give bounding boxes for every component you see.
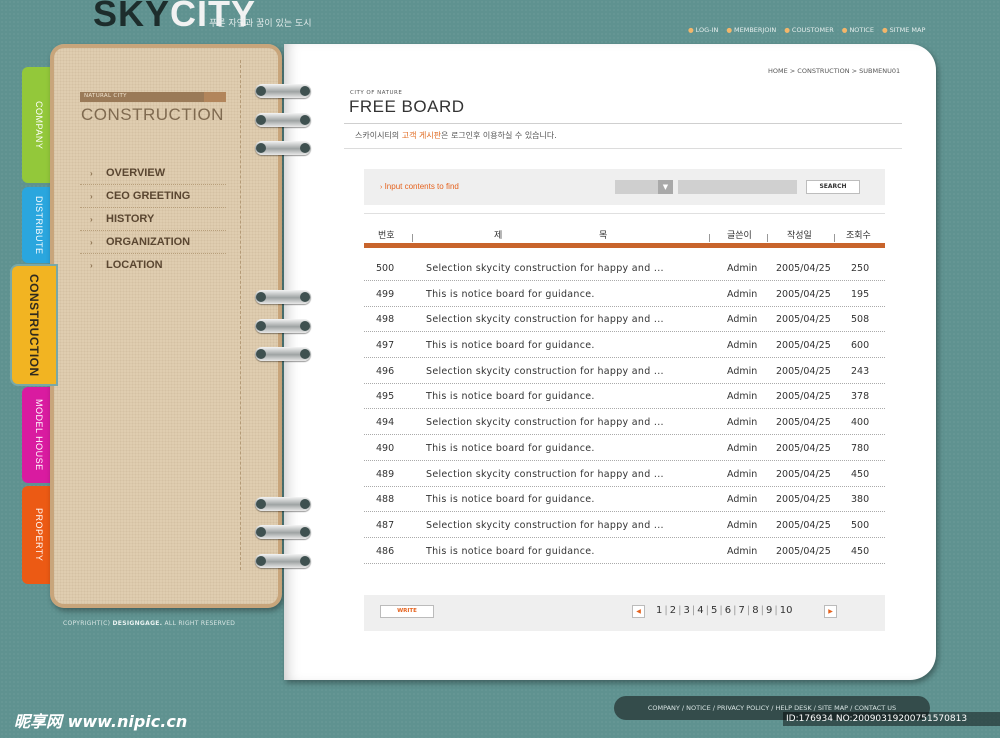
divider — [344, 123, 902, 124]
page-numbers: 1 | 2 | 3 | 4 | 5 | 6 | 7 | 8 | 9 | 10 — [656, 605, 793, 616]
binder-ring-icon — [255, 290, 311, 304]
table-row[interactable]: 490 This is notice board for guidance. Adm… — [364, 435, 885, 461]
page-link-10[interactable]: 10 — [780, 605, 793, 616]
divider — [344, 148, 902, 149]
binder-ring-icon — [255, 347, 311, 361]
divider — [364, 213, 885, 214]
notebook-cover — [50, 44, 282, 608]
post-title-link[interactable]: This is notice board for guidance. — [426, 546, 595, 557]
top-nav-customer[interactable]: ● COUSTOMER — [784, 26, 834, 34]
table-row[interactable]: 500 Selection skycity construction for ha… — [364, 255, 885, 281]
sidebar-item-location[interactable]: › LOCATION — [80, 254, 226, 276]
page-link-5[interactable]: 5 — [711, 605, 717, 616]
chevron-right-icon: › — [90, 237, 93, 247]
search-button[interactable]: SEARCH — [806, 180, 860, 194]
page-link-6[interactable]: 6 — [725, 605, 731, 616]
binder-ring-icon — [255, 497, 311, 511]
post-title-link[interactable]: Selection skycity construction for happy… — [426, 263, 664, 274]
search-input[interactable] — [678, 180, 797, 194]
top-nav-notice[interactable]: ● NOTICE — [842, 26, 874, 34]
table-row[interactable]: 487 Selection skycity construction for ha… — [364, 512, 885, 538]
header-subject-b: 목 — [599, 231, 608, 241]
cover-stitch-line — [240, 60, 241, 570]
search-field-select[interactable]: ▼ — [615, 180, 673, 194]
next-page-icon[interactable]: ▶ — [824, 605, 837, 618]
post-title-link[interactable]: Selection skycity construction for happy… — [426, 469, 664, 480]
sidebar-item-ceo-greeting[interactable]: › CEO GREETING — [80, 185, 226, 208]
post-title-link[interactable]: Selection skycity construction for happy… — [426, 366, 664, 377]
chevron-right-icon: › — [90, 168, 93, 178]
section-small-label: NATURAL CITY — [84, 93, 127, 99]
header-num: 번호 — [378, 231, 395, 241]
board-description: 스카이시티의 고객 게시판은 로그인후 이용하실 수 있습니다. — [355, 131, 557, 140]
binder-ring-icon — [255, 141, 311, 155]
table-row[interactable]: 486 This is notice board for guidance. Adm… — [364, 538, 885, 564]
top-nav-memberjoin[interactable]: ● MEMBERJOIN — [726, 26, 776, 34]
sidebar-item-organization[interactable]: › ORGANIZATION — [80, 231, 226, 254]
chevron-right-icon: › — [90, 214, 93, 224]
table-header: 번호 제 목 글쓴이 작성일 조회수 — [364, 222, 885, 242]
header-subject-a: 제 — [494, 231, 503, 241]
pager-panel — [364, 595, 885, 631]
page-link-8[interactable]: 8 — [752, 605, 758, 616]
table-row[interactable]: 499 This is notice board for guidance. Adm… — [364, 281, 885, 307]
chevron-down-icon: ▼ — [658, 180, 673, 194]
top-nav: ● LOG-IN ● MEMBERJOIN ● COUSTOMER ● NOTICE ●… — [688, 26, 925, 34]
watermark-id: ID:176934 NO:20090319200751570813 — [783, 712, 1000, 726]
chevron-right-icon: › — [90, 191, 93, 201]
table-row[interactable]: 498 Selection skycity construction for ha… — [364, 306, 885, 332]
header-separator — [412, 234, 413, 242]
page-link-1[interactable]: 1 — [656, 605, 662, 616]
table-row[interactable]: 494 Selection skycity construction for ha… — [364, 409, 885, 435]
binder-ring-icon — [255, 319, 311, 333]
post-title-link[interactable]: This is notice board for guidance. — [426, 494, 595, 505]
search-hint: › Input contents to find — [380, 182, 459, 191]
post-title-link[interactable]: This is notice board for guidance. — [426, 443, 595, 454]
header-views: 조회수 — [846, 231, 871, 241]
header-separator — [709, 234, 710, 242]
post-title-link[interactable]: This is notice board for guidance. — [426, 340, 595, 351]
section-title: CONSTRUCTION — [81, 105, 224, 124]
copyright: COPYRIGHT(C) DESIGNGAGE. ALL RIGHT RESER… — [63, 620, 236, 627]
chevron-right-icon: › — [90, 260, 93, 270]
table-row[interactable]: 496 Selection skycity construction for ha… — [364, 358, 885, 384]
post-title-link[interactable]: Selection skycity construction for happy… — [426, 520, 664, 531]
header-writer: 글쓴이 — [727, 231, 752, 241]
binder-ring-icon — [255, 84, 311, 98]
binder-ring-icon — [255, 554, 311, 568]
table-row[interactable]: 489 Selection skycity construction for ha… — [364, 461, 885, 487]
write-button[interactable]: WRITE — [380, 605, 434, 618]
table-row[interactable]: 495 This is notice board for guidance. Adm… — [364, 383, 885, 409]
post-title-link[interactable]: This is notice board for guidance. — [426, 289, 595, 300]
table-row[interactable]: 497 This is notice board for guidance. Adm… — [364, 332, 885, 358]
page-link-3[interactable]: 3 — [684, 605, 690, 616]
page-title: FREE BOARD — [349, 97, 465, 116]
site-tagline: 푸른 자연과 꿈이 있는 도시 — [209, 19, 312, 29]
watermark-site: 昵享网 www.nipic.cn — [14, 712, 188, 731]
sidebar-item-overview[interactable]: › OVERVIEW — [80, 162, 226, 185]
sidebar-menu: › OVERVIEW › CEO GREETING › HISTORY › ORGANI… — [80, 162, 226, 276]
binder-ring-icon — [255, 113, 311, 127]
table-row[interactable]: 488 This is notice board for guidance. Adm… — [364, 486, 885, 512]
header-date: 작성일 — [787, 231, 812, 241]
post-title-link[interactable]: Selection skycity construction for happy… — [426, 314, 664, 325]
breadcrumb: HOME > CONSTRUCTION > SUBMENU01 — [768, 67, 901, 75]
page-link-4[interactable]: 4 — [697, 605, 703, 616]
top-nav-sitemap[interactable]: ● SITME MAP — [882, 26, 925, 34]
tab-construction[interactable]: CONSTRUCTION — [12, 266, 56, 384]
binder-ring-icon — [255, 525, 311, 539]
logo-sky: SKY — [93, 0, 171, 34]
post-title-link[interactable]: This is notice board for guidance. — [426, 391, 595, 402]
page-link-7[interactable]: 7 — [739, 605, 745, 616]
header-separator — [834, 234, 835, 242]
page-small-label: CITY OF NATURE — [350, 90, 403, 96]
post-title-link[interactable]: Selection skycity construction for happy… — [426, 417, 664, 428]
prev-page-icon[interactable]: ◀ — [632, 605, 645, 618]
top-nav-login[interactable]: ● LOG-IN — [688, 26, 718, 34]
sidebar-item-history[interactable]: › HISTORY — [80, 208, 226, 231]
header-separator — [767, 234, 768, 242]
page-link-9[interactable]: 9 — [766, 605, 772, 616]
page-link-2[interactable]: 2 — [670, 605, 676, 616]
table-header-bar — [364, 243, 885, 248]
